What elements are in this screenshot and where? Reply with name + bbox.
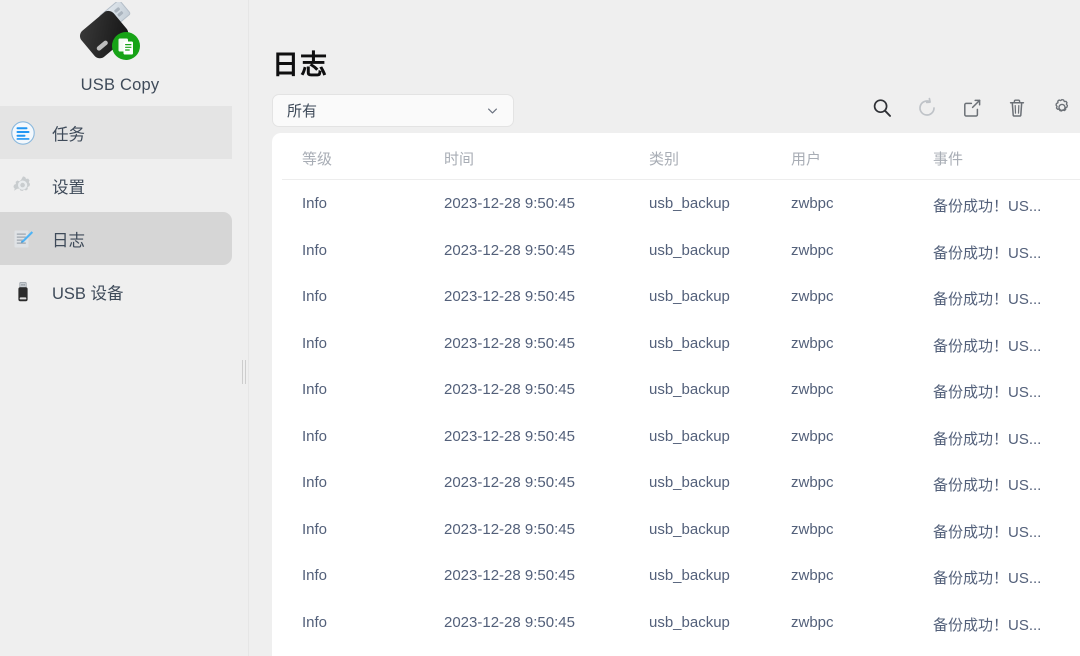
cell-level: Info bbox=[302, 288, 328, 305]
cell-category: usb_backup bbox=[649, 241, 730, 259]
cell-user: zwbpc bbox=[791, 334, 834, 352]
resize-handle-icon bbox=[242, 360, 247, 384]
cell-time: 2023-12-28 9:50:45 bbox=[444, 520, 575, 538]
cell-category: usb_backup bbox=[649, 613, 730, 631]
column-header-user[interactable]: 用户 bbox=[791, 148, 821, 169]
cell-level: Info bbox=[302, 520, 328, 538]
sidebar-item-logs[interactable]: 日志 bbox=[0, 212, 232, 265]
cell-level: Info bbox=[302, 613, 328, 631]
cell-category: usb_backup bbox=[649, 195, 730, 212]
cell-time: 2023-12-28 9:50:45 bbox=[444, 427, 575, 445]
gear-icon bbox=[8, 171, 38, 201]
cell-level: Info bbox=[302, 334, 328, 352]
cell-user: zwbpc bbox=[791, 520, 834, 538]
page-title: 日志 bbox=[272, 50, 328, 80]
log-table-header: 等级 时间 类别 用户 事件 bbox=[272, 133, 1080, 179]
cell-user: zwbpc bbox=[791, 427, 834, 445]
column-header-time[interactable]: 时间 bbox=[444, 148, 474, 169]
cell-level: Info bbox=[302, 567, 328, 584]
cell-category: usb_backup bbox=[649, 381, 730, 398]
cell-level: Info bbox=[302, 381, 328, 398]
search-icon[interactable] bbox=[870, 96, 894, 120]
table-row[interactable]: Info 2023-12-28 9:50:45 usb_backup zwbpc… bbox=[272, 413, 1080, 460]
sidebar: USB Copy 任务 设置 日志 USB 设备 bbox=[0, 0, 240, 656]
refresh-icon[interactable] bbox=[915, 96, 939, 120]
table-row[interactable]: Info 2023-12-28 9:50:45 usb_backup zwbpc… bbox=[272, 506, 1080, 553]
cell-category: usb_backup bbox=[649, 427, 730, 445]
log-table-body: Info 2023-12-28 9:50:45 usb_backup zwbpc… bbox=[272, 180, 1080, 645]
table-row[interactable]: Info 2023-12-28 9:50:45 usb_backup zwbpc… bbox=[272, 552, 1080, 599]
column-header-category[interactable]: 类别 bbox=[649, 148, 679, 169]
cell-level: Info bbox=[302, 474, 328, 491]
cell-event: 备份成功！US... bbox=[933, 244, 1042, 262]
column-header-event[interactable]: 事件 bbox=[933, 148, 963, 169]
cell-time: 2023-12-28 9:50:45 bbox=[444, 241, 575, 259]
main-content: 日志 所有 等级 时间 类别 用户 事件 Info 2023-12-28 9:5… bbox=[249, 0, 1080, 656]
cell-user: zwbpc bbox=[791, 474, 834, 491]
sidebar-item-usb-devices[interactable]: USB 设备 bbox=[0, 265, 240, 318]
sidebar-item-label: USB 设备 bbox=[52, 284, 124, 303]
cell-level: Info bbox=[302, 241, 328, 259]
log-toolbar bbox=[870, 96, 1074, 120]
cell-event: 备份成功！US... bbox=[933, 430, 1042, 448]
cell-event: 备份成功！US... bbox=[933, 384, 1042, 401]
sidebar-item-settings[interactable]: 设置 bbox=[0, 159, 240, 212]
cell-category: usb_backup bbox=[649, 567, 730, 584]
cell-time: 2023-12-28 9:50:45 bbox=[444, 613, 575, 631]
sidebar-nav: 任务 设置 日志 USB 设备 bbox=[0, 106, 240, 318]
export-icon[interactable] bbox=[960, 96, 984, 120]
cell-time: 2023-12-28 9:50:45 bbox=[444, 474, 575, 491]
cell-category: usb_backup bbox=[649, 334, 730, 352]
cell-level: Info bbox=[302, 427, 328, 445]
log-filter-value: 所有 bbox=[287, 103, 318, 120]
usb-device-icon bbox=[8, 277, 38, 307]
cell-user: zwbpc bbox=[791, 288, 834, 305]
log-table-card: 等级 时间 类别 用户 事件 Info 2023-12-28 9:50:45 u… bbox=[272, 133, 1080, 656]
cell-user: zwbpc bbox=[791, 241, 834, 259]
cell-category: usb_backup bbox=[649, 288, 730, 305]
cell-user: zwbpc bbox=[791, 613, 834, 631]
cell-event: 备份成功！US... bbox=[933, 291, 1042, 308]
cell-time: 2023-12-28 9:50:45 bbox=[444, 381, 575, 398]
table-row[interactable]: Info 2023-12-28 9:50:45 usb_backup zwbpc… bbox=[272, 459, 1080, 506]
table-row[interactable]: Info 2023-12-28 9:50:45 usb_backup zwbpc… bbox=[272, 366, 1080, 413]
table-row[interactable]: Info 2023-12-28 9:50:45 usb_backup zwbpc… bbox=[272, 320, 1080, 367]
sidebar-item-label: 设置 bbox=[52, 178, 85, 197]
cell-event: 备份成功！US... bbox=[933, 523, 1042, 541]
table-row[interactable]: Info 2023-12-28 9:50:45 usb_backup zwbpc… bbox=[272, 227, 1080, 274]
cell-category: usb_backup bbox=[649, 474, 730, 491]
sidebar-item-label: 日志 bbox=[52, 231, 85, 250]
brand-name: USB Copy bbox=[80, 76, 160, 94]
cell-user: zwbpc bbox=[791, 195, 834, 212]
cell-category: usb_backup bbox=[649, 520, 730, 538]
brand: USB Copy bbox=[0, 0, 240, 104]
delete-icon[interactable] bbox=[1005, 96, 1029, 120]
table-row[interactable]: Info 2023-12-28 9:50:45 usb_backup zwbpc… bbox=[272, 180, 1080, 227]
cell-user: zwbpc bbox=[791, 381, 834, 398]
sidebar-item-tasks[interactable]: 任务 bbox=[0, 106, 232, 159]
usb-drive-copy-icon bbox=[70, 0, 150, 70]
cell-event: 备份成功！US... bbox=[933, 570, 1042, 587]
cell-time: 2023-12-28 9:50:45 bbox=[444, 288, 575, 305]
sidebar-item-label: 任务 bbox=[52, 125, 85, 144]
log-filter-select[interactable]: 所有 bbox=[272, 94, 514, 127]
sidebar-splitter[interactable] bbox=[240, 0, 248, 656]
table-row[interactable]: Info 2023-12-28 9:50:45 usb_backup zwbpc… bbox=[272, 599, 1080, 646]
app-window: USB Copy 任务 设置 日志 USB 设备 日志 所有 等级 时间 类别 … bbox=[0, 0, 1080, 656]
tasks-icon bbox=[8, 118, 38, 148]
cell-event: 备份成功！US... bbox=[933, 337, 1042, 355]
cell-event: 备份成功！US... bbox=[933, 198, 1042, 215]
log-edit-icon bbox=[8, 224, 38, 254]
cell-user: zwbpc bbox=[791, 567, 834, 584]
chevron-down-icon bbox=[486, 104, 499, 117]
cell-event: 备份成功！US... bbox=[933, 616, 1042, 634]
cell-time: 2023-12-28 9:50:45 bbox=[444, 334, 575, 352]
cell-time: 2023-12-28 9:50:45 bbox=[444, 567, 575, 584]
table-row[interactable]: Info 2023-12-28 9:50:45 usb_backup zwbpc… bbox=[272, 273, 1080, 320]
gear-icon[interactable] bbox=[1050, 96, 1074, 120]
cell-time: 2023-12-28 9:50:45 bbox=[444, 195, 575, 212]
cell-event: 备份成功！US... bbox=[933, 477, 1042, 494]
cell-level: Info bbox=[302, 195, 328, 212]
column-header-level[interactable]: 等级 bbox=[302, 148, 332, 169]
